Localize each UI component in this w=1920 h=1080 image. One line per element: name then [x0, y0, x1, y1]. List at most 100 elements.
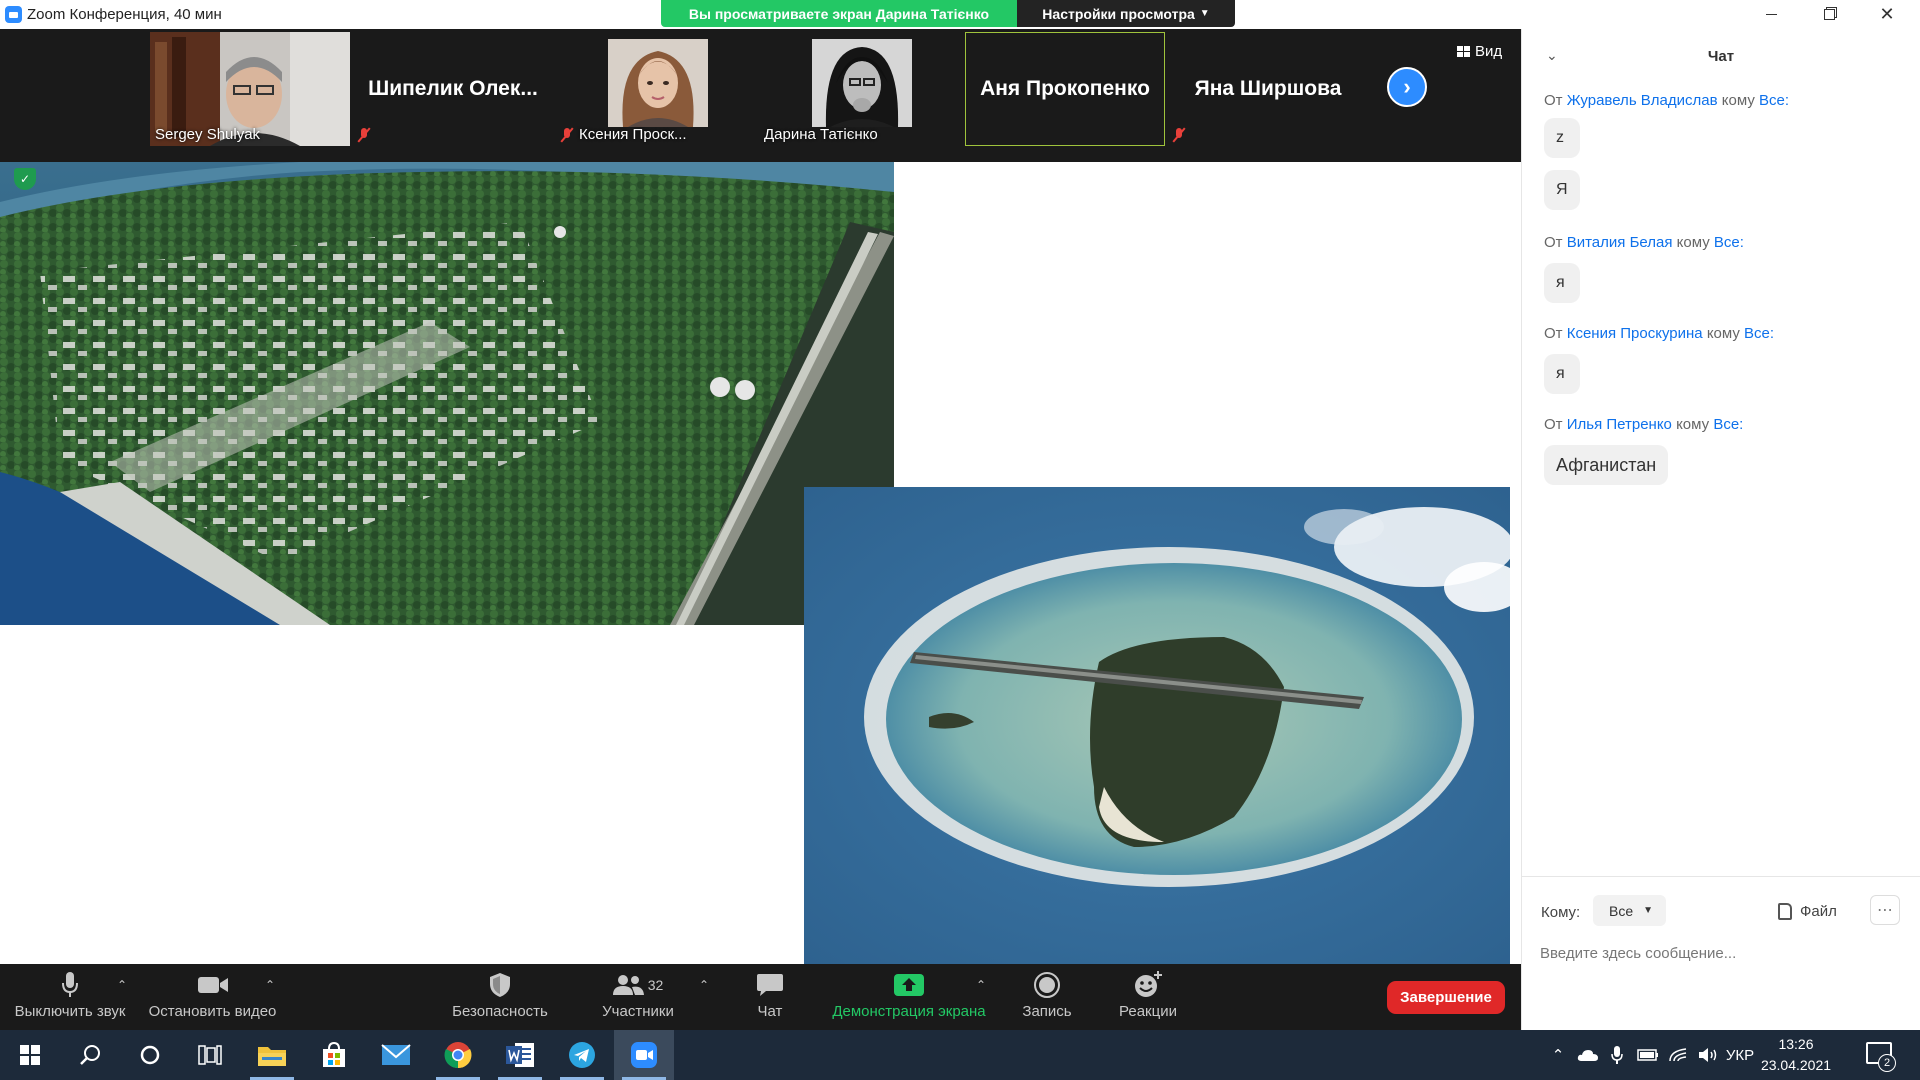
video-camera-icon	[197, 977, 228, 993]
recipient-select[interactable]: Все ▼	[1593, 895, 1666, 926]
close-window-button[interactable]: ✕	[1858, 0, 1916, 29]
task-view-icon	[198, 1045, 222, 1065]
video-tile[interactable]: Sergey Shulyak	[150, 32, 350, 146]
mic-muted-icon	[1173, 127, 1185, 143]
taskbar-mail[interactable]	[366, 1030, 426, 1080]
show-hidden-icons-button[interactable]: ⌃	[1546, 1030, 1570, 1080]
record-label: Запись	[1022, 1003, 1072, 1020]
chat-message-bubble: Я	[1544, 170, 1580, 210]
onedrive-tray-icon[interactable]	[1574, 1030, 1602, 1080]
clock-date: 23.04.2021	[1760, 1057, 1832, 1073]
chevron-up-icon: ⌃	[1551, 1047, 1565, 1064]
input-language-indicator[interactable]: УКР	[1724, 1030, 1756, 1080]
taskbar-clock[interactable]: 13:26 23.04.2021	[1756, 1034, 1836, 1076]
store-bag-icon	[323, 1041, 345, 1067]
stop-video-button[interactable]: Остановить видео	[146, 970, 279, 1026]
meeting-toolbar: Выключить звук ⌃ Остановить видео ⌃ Безо…	[0, 964, 1521, 1030]
emoji-plus-icon	[1135, 971, 1162, 997]
window-title: Zoom Конференция, 40 мин	[27, 6, 222, 23]
cortana-button[interactable]	[120, 1030, 180, 1080]
chrome-icon	[444, 1042, 472, 1069]
search-icon	[80, 1045, 100, 1065]
recipient-everyone[interactable]: Все:	[1714, 234, 1744, 251]
sender-name[interactable]: Илья Петренко	[1567, 416, 1672, 433]
word-icon	[506, 1043, 534, 1067]
taskbar-telegram[interactable]	[552, 1030, 612, 1080]
security-button[interactable]: Безопасность	[446, 970, 554, 1026]
participant-name: Яна Ширшова	[1194, 77, 1342, 100]
recipient-everyone[interactable]: Все:	[1744, 325, 1774, 342]
sender-name[interactable]: Журавель Владислав	[1567, 92, 1718, 109]
battery-tray-icon[interactable]	[1634, 1030, 1662, 1080]
share-screen-label: Демонстрация экрана	[832, 1003, 986, 1020]
view-button[interactable]: Вид	[1451, 40, 1508, 62]
security-label: Безопасность	[452, 1003, 548, 1020]
chat-button[interactable]: Чат	[740, 970, 800, 1026]
recipient-everyone[interactable]: Все:	[1713, 416, 1743, 433]
taskbar-microsoft-store[interactable]	[304, 1030, 364, 1080]
grid-view-icon	[1457, 45, 1470, 57]
sender-name[interactable]: Виталия Белая	[1567, 234, 1673, 251]
end-meeting-button[interactable]: Завершение	[1387, 981, 1505, 1014]
minimize-button[interactable]	[1742, 0, 1800, 29]
volume-tray-icon[interactable]	[1694, 1030, 1722, 1080]
taskbar-zoom[interactable]	[614, 1030, 674, 1080]
participants-button[interactable]: 32 Участники	[598, 970, 678, 1026]
chat-title: Чат	[1707, 48, 1735, 65]
from-prefix: От	[1544, 325, 1563, 342]
to-word: кому	[1721, 92, 1755, 109]
file-icon	[1778, 903, 1792, 920]
from-prefix: От	[1544, 416, 1563, 433]
participants-video-strip: Sergey Shulyak Шипелик Олек... Ксения Пр…	[0, 29, 1521, 162]
record-button[interactable]: Запись	[1012, 970, 1082, 1026]
network-tray-icon[interactable]	[1664, 1030, 1692, 1080]
windows-taskbar: ⌃ УКР 13:26 23.04.2021 2	[0, 1030, 1920, 1080]
mic-muted-icon	[561, 127, 573, 143]
video-tile-active-speaker[interactable]: Аня Прокопенко	[965, 32, 1165, 146]
task-view-button[interactable]	[180, 1030, 240, 1080]
zoom-icon	[631, 1042, 657, 1068]
video-tile[interactable]: Яна Ширшова	[1168, 32, 1368, 146]
from-prefix: От	[1544, 234, 1563, 251]
reactions-button[interactable]: Реакции	[1108, 970, 1188, 1026]
taskbar-file-explorer[interactable]	[242, 1030, 302, 1080]
zoom-window: Zoom Конференция, 40 мин Вы просматривае…	[0, 0, 1920, 1080]
mute-button[interactable]: Выключить звук	[10, 970, 130, 1026]
participant-name: Ксения Проск...	[579, 126, 687, 143]
taskbar-chrome[interactable]	[428, 1030, 488, 1080]
share-screen-button[interactable]: Демонстрация экрана	[826, 970, 992, 1026]
restore-button[interactable]	[1800, 0, 1858, 29]
telegram-icon	[569, 1042, 595, 1068]
recipient-select-value: Все	[1609, 902, 1634, 919]
security-shield-icon: ✓	[14, 168, 36, 190]
recipient-everyone[interactable]: Все:	[1759, 92, 1789, 109]
close-icon: ✕	[1879, 4, 1895, 24]
next-page-button[interactable]: ›	[1387, 67, 1427, 107]
more-options-button[interactable]: ⋯	[1870, 895, 1900, 925]
chat-message-input[interactable]	[1540, 939, 1900, 967]
video-tile[interactable]: Ксения Проск...	[556, 32, 756, 146]
view-settings-dropdown[interactable]: Настройки просмотра ▼	[1017, 0, 1235, 27]
minimize-icon	[1765, 14, 1777, 15]
sender-name[interactable]: Ксения Проскурина	[1567, 325, 1703, 342]
send-file-button[interactable]: Файл	[1778, 903, 1837, 920]
audio-options-caret-icon[interactable]: ⌃	[117, 978, 127, 992]
microphone-icon	[62, 972, 78, 997]
participants-options-caret-icon[interactable]: ⌃	[699, 978, 709, 992]
taskbar-word[interactable]	[490, 1030, 550, 1080]
share-options-caret-icon[interactable]: ⌃	[976, 978, 986, 992]
reactions-label: Реакции	[1119, 1003, 1177, 1020]
video-tile[interactable]: Дарина Татієнко	[759, 32, 959, 146]
chevron-down-icon: ▼	[1199, 8, 1210, 19]
share-screen-icon	[894, 974, 924, 996]
video-options-caret-icon[interactable]: ⌃	[265, 978, 275, 992]
chat-panel: ⌄ Чат От Журавель Владислав кому Все: z …	[1521, 29, 1920, 1030]
windows-logo-icon	[20, 1045, 40, 1065]
chat-header: ⌄ Чат	[1522, 29, 1920, 79]
ellipsis-icon: ⋯	[1877, 902, 1893, 919]
video-tile[interactable]: Шипелик Олек...	[353, 32, 553, 146]
search-button[interactable]	[60, 1030, 120, 1080]
start-button[interactable]	[0, 1030, 60, 1080]
microphone-tray-icon[interactable]	[1604, 1030, 1630, 1080]
shared-screen: ✓	[0, 162, 1521, 964]
